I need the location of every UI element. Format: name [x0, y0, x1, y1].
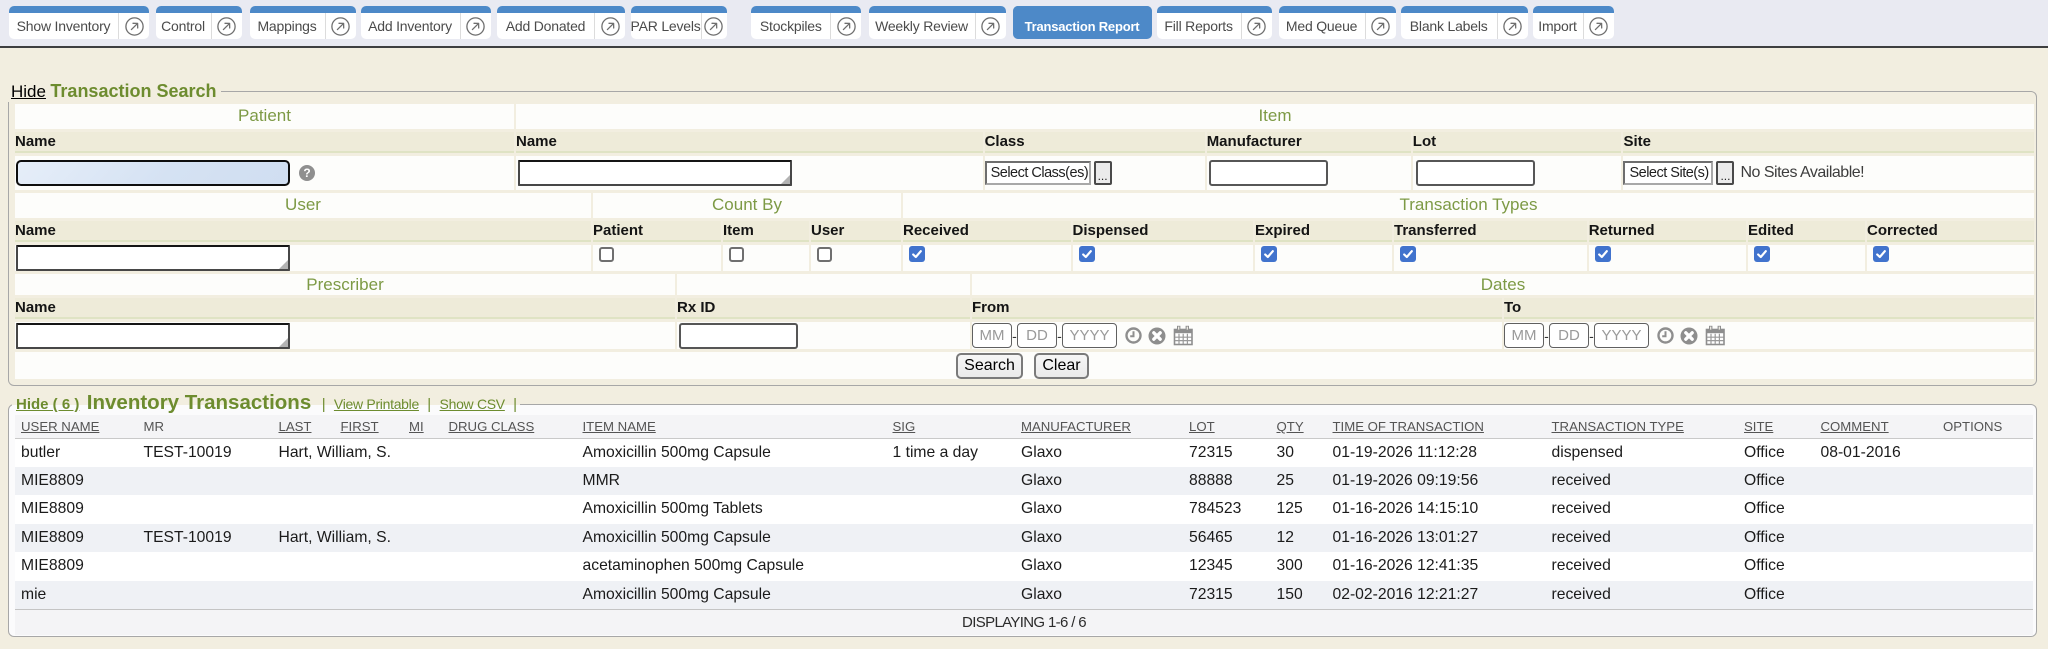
- svg-text:?: ?: [303, 166, 310, 180]
